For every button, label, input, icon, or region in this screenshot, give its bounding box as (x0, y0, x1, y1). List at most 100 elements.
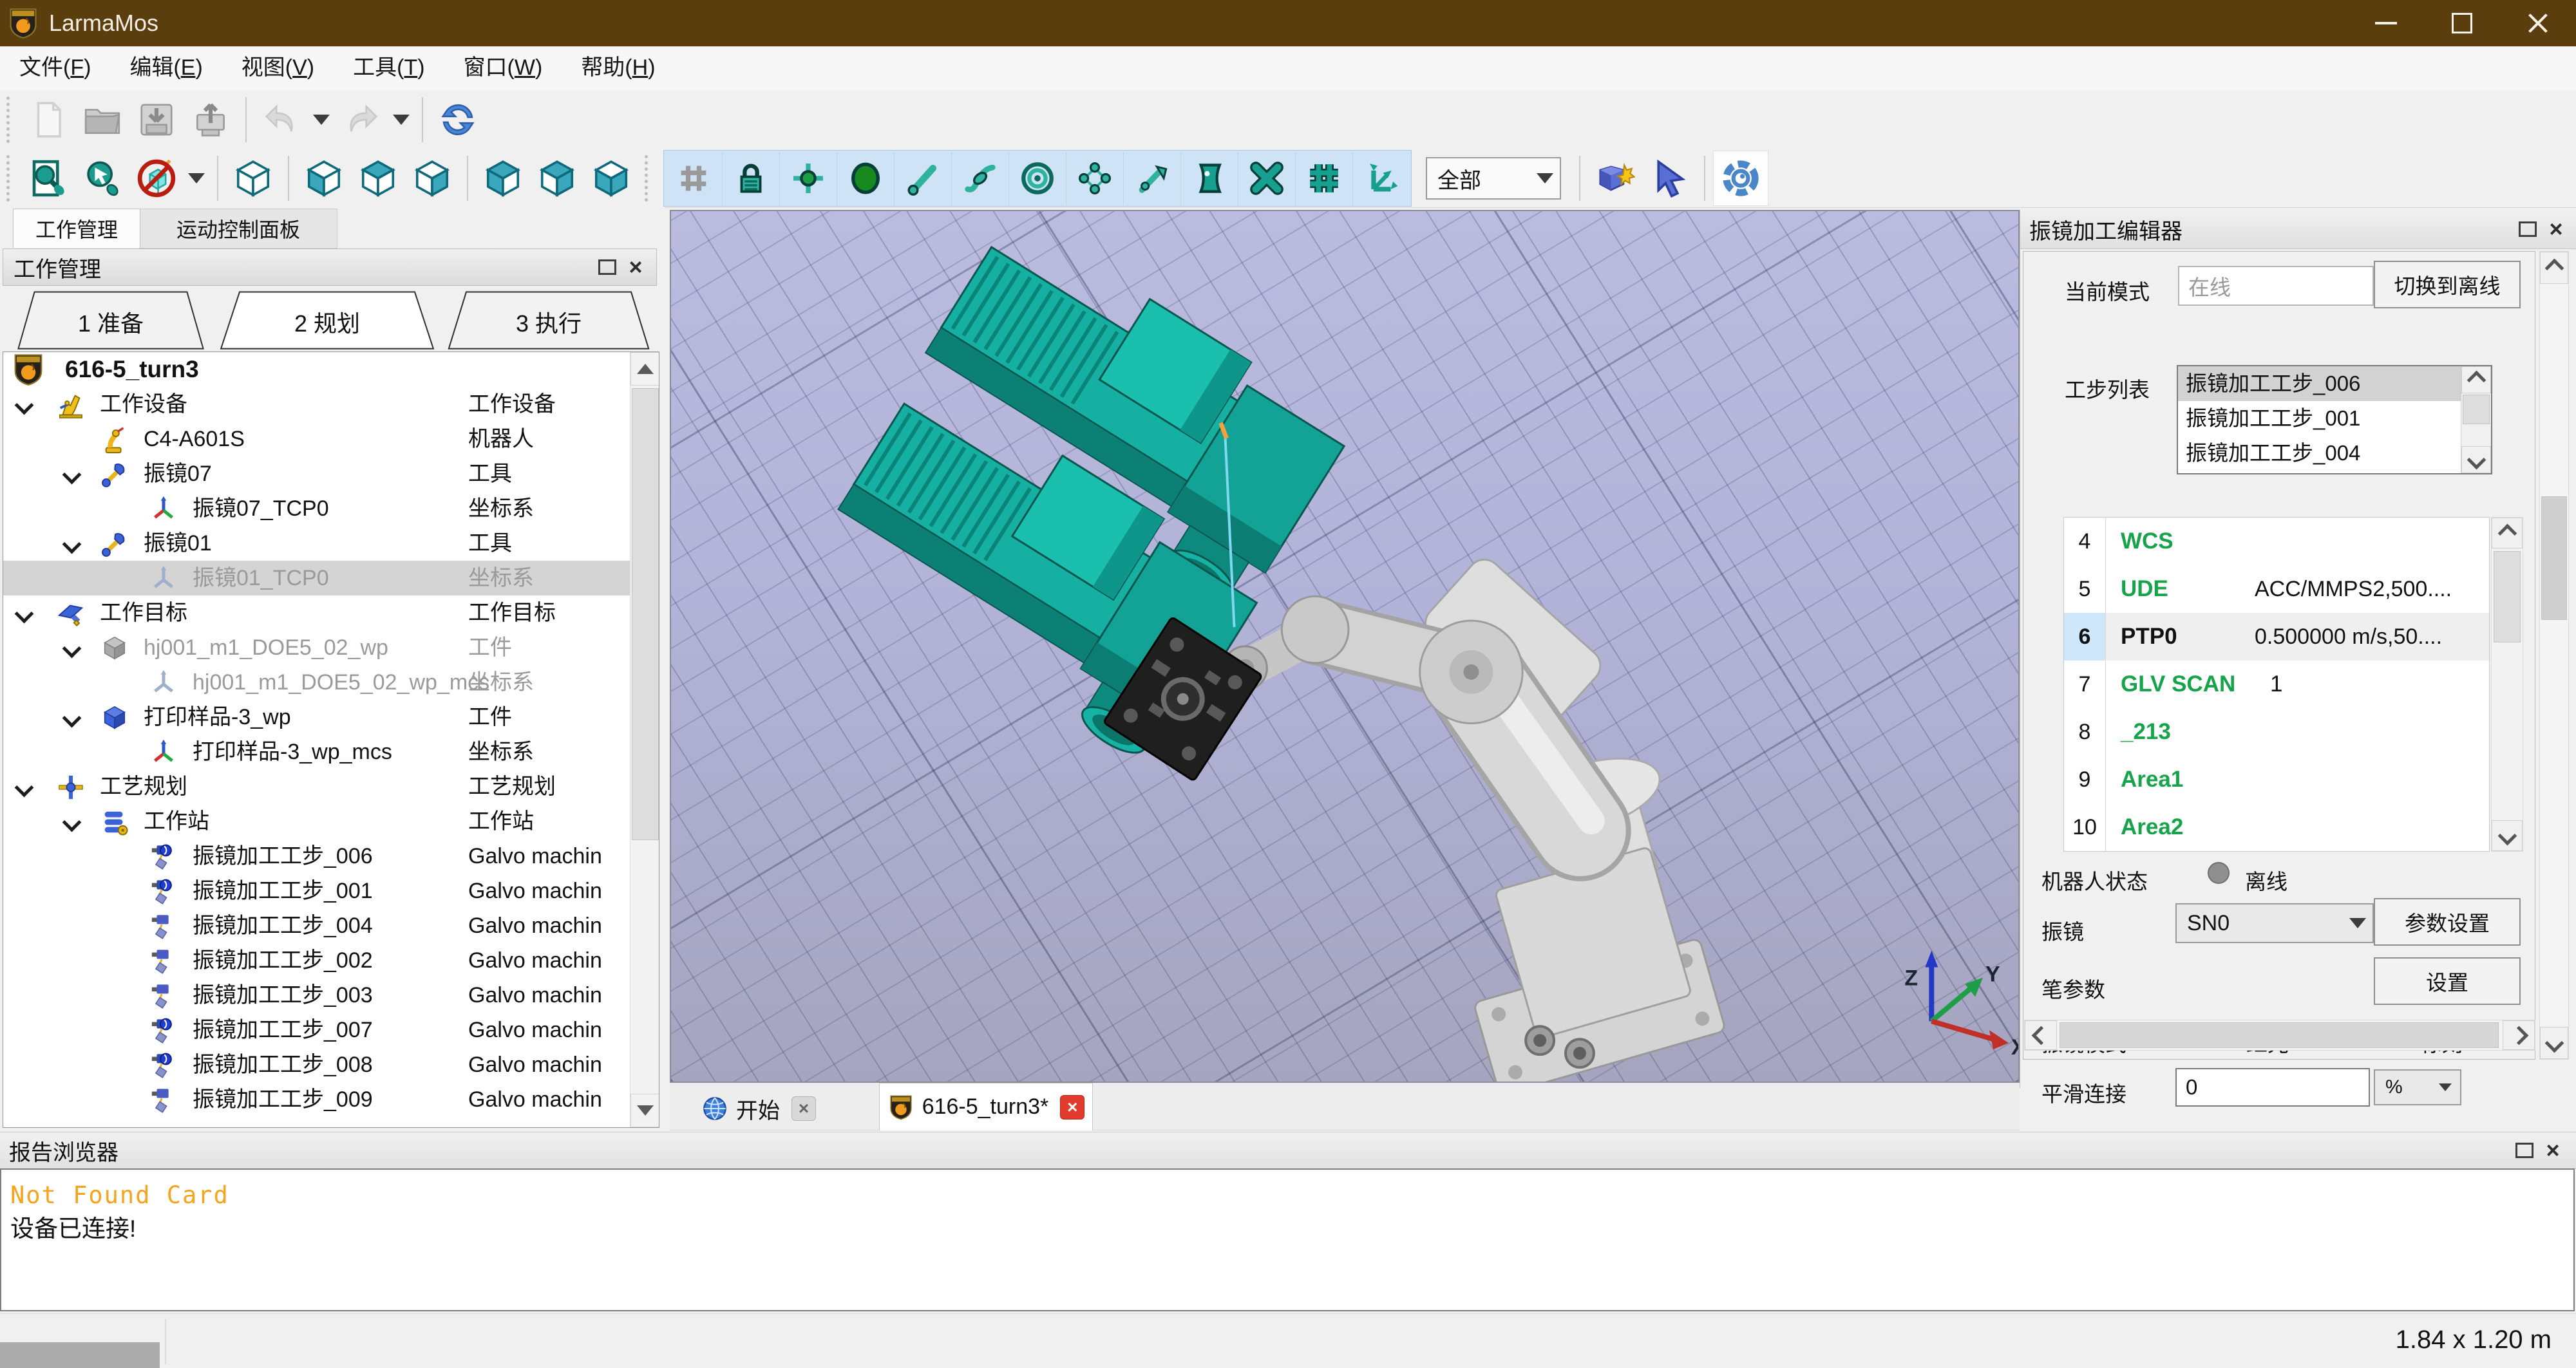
expand-arrow-icon[interactable] (62, 639, 82, 659)
smooth-link-input[interactable]: 0 (2175, 1068, 2370, 1107)
tree-item-0[interactable]: 616-5_turn3 (3, 352, 659, 387)
panel-tab-work-manager[interactable]: 工作管理 (13, 209, 140, 248)
expand-arrow-icon[interactable] (15, 604, 34, 624)
galvo-select[interactable]: SN0 (2175, 903, 2374, 943)
tree-item-3[interactable]: 振镜07工具 (3, 456, 659, 491)
program-row-7[interactable]: 7GLV SCAN1 (2064, 661, 2489, 708)
snap-lock-button[interactable] (723, 152, 780, 205)
robot-arm[interactable] (1224, 553, 1726, 1082)
stage-tab-2[interactable]: 2 规划 (218, 290, 437, 350)
document-tab-project[interactable]: 616-5_turn3*× (879, 1083, 1093, 1130)
settings-gear-button[interactable] (1713, 151, 1768, 206)
snap-line-button[interactable] (895, 152, 952, 205)
export-file-button[interactable] (184, 93, 238, 147)
tree-item-17[interactable]: 振镜加工工步_002Galvo machin (3, 943, 659, 978)
pen-settings-button[interactable]: 设置 (2374, 957, 2521, 1005)
program-scrollbar[interactable] (2491, 517, 2523, 852)
clip-plane-off-dropdown-button[interactable] (184, 151, 209, 205)
clip-plane-off-button[interactable] (129, 151, 184, 205)
close-tab-button[interactable]: × (1060, 1095, 1084, 1120)
tree-item-13[interactable]: 工作站工作站 (3, 804, 659, 839)
program-row-5[interactable]: 5UDEACC/MMPS2,500.... (2064, 565, 2489, 613)
tree-item-20[interactable]: 振镜加工工步_008Galvo machin (3, 1047, 659, 1082)
tree-item-1[interactable]: 工作设备工作设备 (3, 387, 659, 422)
tree-item-6[interactable]: 振镜01_TCP0坐标系 (3, 561, 659, 595)
expand-arrow-icon[interactable] (62, 465, 82, 485)
expand-arrow-icon[interactable] (15, 396, 34, 415)
toolbar-handle[interactable] (645, 155, 652, 201)
viewport-3d[interactable]: Z Y X (670, 210, 2020, 1083)
tree-item-9[interactable]: hj001_m1_DOE5_02_wp_mcs坐标系 (3, 665, 659, 700)
snap-cross-button[interactable] (1238, 152, 1296, 205)
snap-point-set-button[interactable] (1066, 152, 1124, 205)
tree-item-4[interactable]: 振镜07_TCP0坐标系 (3, 491, 659, 526)
close-panel-button[interactable]: × (2539, 1136, 2567, 1165)
menu-v[interactable]: 视图(V) (222, 46, 334, 90)
program-row-6[interactable]: 6PTP00.500000 m/s,50.... (2064, 613, 2489, 661)
snap-frame-button[interactable] (1353, 152, 1410, 205)
scroll-down-button[interactable] (2492, 820, 2523, 851)
zoom-fit-button[interactable] (21, 151, 75, 205)
selection-scope-select[interactable]: 全部 (1426, 157, 1561, 200)
toolbar-handle[interactable] (6, 155, 14, 201)
scroll-thumb[interactable] (2463, 395, 2490, 424)
view-top-button[interactable] (351, 151, 405, 205)
scroll-thumb[interactable] (632, 388, 659, 840)
menu-w[interactable]: 窗口(W) (444, 46, 562, 90)
undo-dropdown-button[interactable] (308, 93, 334, 147)
menu-f[interactable]: 文件(F) (0, 46, 110, 90)
parameter-settings-button[interactable]: 参数设置 (2374, 898, 2521, 946)
snap-point-button[interactable] (780, 152, 837, 205)
refresh-button[interactable] (431, 93, 485, 147)
scroll-thumb[interactable] (2060, 1022, 2499, 1048)
expand-arrow-icon[interactable] (62, 535, 82, 554)
smooth-unit-select[interactable]: % (2374, 1069, 2461, 1105)
scroll-down-button[interactable] (2540, 1027, 2568, 1059)
panel-horizontal-scrollbar[interactable] (2024, 1020, 2535, 1051)
scroll-up-button[interactable] (2492, 518, 2523, 548)
tree-item-11[interactable]: 打印样品-3_wp_mcs坐标系 (3, 735, 659, 769)
stage-tab-1[interactable]: 1 准备 (15, 290, 206, 350)
close-button[interactable] (2500, 0, 2576, 46)
scroll-up-button[interactable] (2540, 252, 2568, 284)
view-back-button[interactable] (530, 151, 584, 205)
view-left-button[interactable] (476, 151, 530, 205)
redo-button[interactable] (334, 93, 388, 147)
snap-axis-button[interactable] (1124, 152, 1181, 205)
current-mode-input[interactable]: 在线 (2178, 266, 2374, 306)
tree-item-5[interactable]: 振镜01工具 (3, 526, 659, 561)
tree-item-14[interactable]: 振镜加工工步_006Galvo machin (3, 839, 659, 874)
scroll-thumb[interactable] (2541, 496, 2567, 620)
menu-e[interactable]: 编辑(E) (110, 46, 222, 90)
save-file-button[interactable] (129, 93, 184, 147)
tree-item-7[interactable]: 工作目标工作目标 (3, 595, 659, 630)
tree-item-19[interactable]: 振镜加工工步_007Galvo machin (3, 1013, 659, 1047)
report-log[interactable]: Not Found Card设备已连接! (0, 1168, 2575, 1311)
snap-circle-button[interactable] (1009, 152, 1066, 205)
program-row-4[interactable]: 4WCS (2064, 518, 2489, 565)
view-front-button[interactable] (297, 151, 351, 205)
panel-tab-motion-control[interactable]: 运动控制面板 (139, 209, 337, 248)
menu-h[interactable]: 帮助(H) (562, 46, 674, 90)
tree-item-15[interactable]: 振镜加工工步_001Galvo machin (3, 874, 659, 908)
tree-item-12[interactable]: 工艺规划工艺规划 (3, 769, 659, 804)
switch-to-offline-button[interactable]: 切换到离线 (2374, 261, 2521, 308)
tree-item-21[interactable]: 振镜加工工步_009Galvo machin (3, 1082, 659, 1117)
tree-item-8[interactable]: hj001_m1_DOE5_02_wp工件 (3, 630, 659, 665)
step-list-item-0[interactable]: 振镜加工工步_006 (2178, 366, 2491, 401)
tree-item-2[interactable]: C4-A601S机器人 (3, 422, 659, 456)
close-tab-button[interactable]: × (791, 1096, 816, 1121)
stage-tab-3[interactable]: 3 执行 (446, 290, 652, 350)
expand-arrow-icon[interactable] (62, 709, 82, 728)
maximize-button[interactable] (2424, 0, 2500, 46)
close-panel-button[interactable]: × (2542, 215, 2570, 243)
tree-item-10[interactable]: 打印样品-3_wp工件 (3, 700, 659, 735)
show-model-button[interactable] (1588, 151, 1642, 205)
snap-grid-button[interactable] (665, 152, 723, 205)
undo-button[interactable] (254, 93, 308, 147)
scroll-down-button[interactable] (630, 1094, 659, 1127)
step-list-item-2[interactable]: 振镜加工工步_004 (2178, 436, 2491, 471)
tree-item-16[interactable]: 振镜加工工步_004Galvo machin (3, 908, 659, 943)
zoom-select-button[interactable] (75, 151, 129, 205)
program-row-8[interactable]: 8_213 (2064, 708, 2489, 756)
